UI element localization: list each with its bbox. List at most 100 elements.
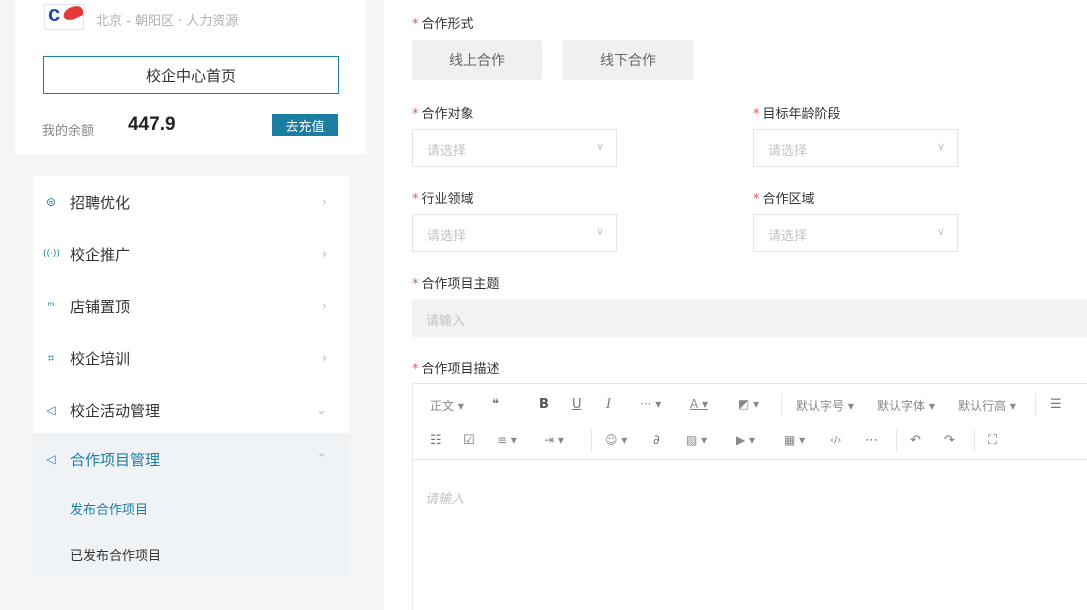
industry-label: * 行业领域 [412, 188, 474, 207]
cooperation-target-label: * 合作对象 [412, 103, 474, 122]
indent-dropdown[interactable]: ⇥ ▾ [544, 433, 564, 447]
required-mark: * [753, 107, 760, 122]
target-age-select[interactable]: 请选择 ∨ [753, 129, 958, 167]
toolbar-divider [1035, 394, 1036, 416]
italic-icon[interactable]: I [606, 397, 611, 412]
required-mark: * [412, 277, 419, 292]
required-mark: * [412, 362, 419, 377]
editor-content-placeholder[interactable]: 请输入 [425, 488, 464, 507]
sidebar-item-recruitment-optimization[interactable]: ⊜ 招聘优化 › [33, 176, 349, 228]
sidebar: c 北京 - 朝阳区 · 人力资源 校企中心首页 我的余额 447.9 去充值 … [0, 0, 384, 610]
toolbar-divider [781, 394, 782, 416]
sidebar-item-label: 店铺置顶 [70, 297, 131, 316]
redo-icon[interactable]: ↷ [944, 433, 955, 448]
chevron-right-icon: › [321, 194, 327, 210]
fullscreen-icon[interactable]: ⛶ [988, 433, 997, 448]
label-text: 合作对象 [421, 107, 474, 122]
send-icon: ◁ [46, 452, 56, 466]
required-mark: * [412, 17, 419, 32]
rich-text-editor: 正文 ▾ ❝ B U I ··· ▾ A ▾ ◩ ▾ 默认字号 ▾ 默认字体 ▾… [412, 383, 1087, 610]
required-mark: * [412, 107, 419, 122]
required-mark: * [412, 192, 419, 207]
label-text: 合作区域 [762, 192, 815, 207]
link-icon[interactable]: ∂ [653, 433, 660, 448]
chevron-down-icon: ∨ [595, 225, 604, 238]
code-icon[interactable]: ‹/› [830, 435, 841, 446]
underline-icon[interactable]: U [572, 397, 582, 412]
balance-label: 我的余额 [42, 124, 95, 139]
company-location: 北京 - 朝阳区 · 人力资源 [96, 14, 239, 29]
chevron-down-icon: ∨ [936, 140, 945, 153]
logo-swoosh [61, 5, 83, 23]
select-placeholder: 请选择 [768, 144, 808, 159]
label-text: 行业领域 [421, 192, 474, 207]
toolbar-divider [896, 430, 897, 452]
chevron-right-icon: › [321, 350, 327, 366]
target-age-label: * 目标年龄阶段 [753, 103, 841, 122]
offline-cooperation-option[interactable]: 线下合作 [563, 40, 693, 80]
sidebar-item-activity-management[interactable]: ◁ 校企活动管理 ⌄ [33, 384, 349, 436]
label-text: 目标年龄阶段 [762, 107, 841, 122]
sidebar-item-label: 校企活动管理 [70, 401, 161, 420]
region-label: * 合作区域 [753, 188, 815, 207]
submenu-label: 发布合作项目 [70, 502, 149, 518]
chevron-down-icon: ∨ [936, 225, 945, 238]
school-enterprise-home-button[interactable]: 校企中心首页 [43, 56, 339, 94]
editor-toolbar-row-1: 正文 ▾ ❝ B U I ··· ▾ A ▾ ◩ ▾ 默认字号 ▾ 默认字体 ▾… [413, 386, 1087, 424]
sidebar-item-training[interactable]: ⌗ 校企培训 › [33, 332, 349, 384]
balance-value: 447.9 [128, 114, 176, 135]
cooperation-form-label: * 合作形式 [412, 13, 474, 32]
project-description-label: * 合作项目描述 [412, 358, 500, 377]
label-text: 合作项目主题 [421, 277, 500, 292]
bold-icon[interactable]: B [539, 397, 549, 412]
chevron-down-icon: ⌄ [316, 402, 327, 418]
toolbar-divider [974, 430, 975, 452]
table-dropdown[interactable]: ▦ ▾ [784, 433, 805, 447]
label-text: 合作形式 [421, 17, 474, 32]
project-topic-label: * 合作项目主题 [412, 273, 500, 292]
quote-icon[interactable]: ❝ [492, 397, 499, 412]
font-size-dropdown[interactable]: 默认字号 ▾ [796, 397, 854, 414]
logo-letter: c [48, 4, 61, 26]
chevron-right-icon: › [321, 246, 327, 262]
cooperation-target-select[interactable]: 请选择 ∨ [412, 129, 617, 167]
bullet-list-icon[interactable]: ☰ [1050, 397, 1062, 412]
paragraph-format-dropdown[interactable]: 正文 ▾ [430, 397, 464, 414]
submenu-label: 已发布合作项目 [70, 548, 162, 564]
industry-select[interactable]: 请选择 ∨ [412, 214, 617, 252]
font-family-dropdown[interactable]: 默认字体 ▾ [877, 397, 935, 414]
chevron-up-icon: ⌃ [316, 451, 327, 467]
numbered-list-icon[interactable]: ☷ [430, 433, 442, 448]
sidebar-item-promotion[interactable]: ((·)) 校企推广 › [33, 228, 349, 280]
align-dropdown[interactable]: ≡ ▾ [497, 433, 517, 447]
submenu-published-projects[interactable]: 已发布合作项目 [33, 531, 349, 577]
emoji-dropdown[interactable]: ☺ ▾ [605, 433, 627, 447]
bold-glyph: B [539, 397, 549, 412]
undo-icon[interactable]: ↶ [910, 433, 921, 448]
sidebar-item-shop-pin[interactable]: ᵐ 店铺置顶 › [33, 280, 349, 332]
recruit-icon: ⊜ [45, 195, 57, 209]
select-placeholder: 请选择 [768, 229, 808, 244]
font-color-icon[interactable]: A ▾ [690, 397, 708, 411]
send-icon: ◁ [46, 403, 56, 417]
background-color-icon[interactable]: ◩ ▾ [738, 397, 759, 411]
chart-icon: ᵐ [47, 299, 55, 313]
divider-line-icon[interactable]: ⋯ [865, 433, 878, 448]
sidebar-item-label: 校企推广 [70, 245, 131, 264]
editor-toolbar-row-2: ☷ ☑ ≡ ▾ ⇥ ▾ ☺ ▾ ∂ ▨ ▾ ▶ ▾ ▦ ▾ ‹/› ⋯ ↶ ↷ … [413, 422, 1087, 460]
video-dropdown[interactable]: ▶ ▾ [736, 433, 755, 447]
image-dropdown[interactable]: ▨ ▾ [686, 433, 707, 447]
more-format-dropdown[interactable]: ··· ▾ [640, 397, 661, 411]
recharge-button[interactable]: 去充值 [272, 114, 338, 136]
online-cooperation-option[interactable]: 线上合作 [412, 40, 542, 80]
submenu-publish-project[interactable]: 发布合作项目 [33, 485, 349, 531]
chevron-right-icon: › [321, 298, 327, 314]
select-placeholder: 请选择 [427, 144, 467, 159]
project-topic-input[interactable]: 请输入 [412, 299, 1087, 337]
todo-checkbox-icon[interactable]: ☑ [463, 433, 475, 448]
label-text: 合作项目描述 [421, 362, 500, 377]
sidebar-item-cooperation-management[interactable]: ◁ 合作项目管理 ⌃ [33, 433, 349, 485]
region-select[interactable]: 请选择 ∨ [753, 214, 958, 252]
line-height-dropdown[interactable]: 默认行高 ▾ [958, 397, 1016, 414]
training-icon: ⌗ [47, 350, 55, 365]
